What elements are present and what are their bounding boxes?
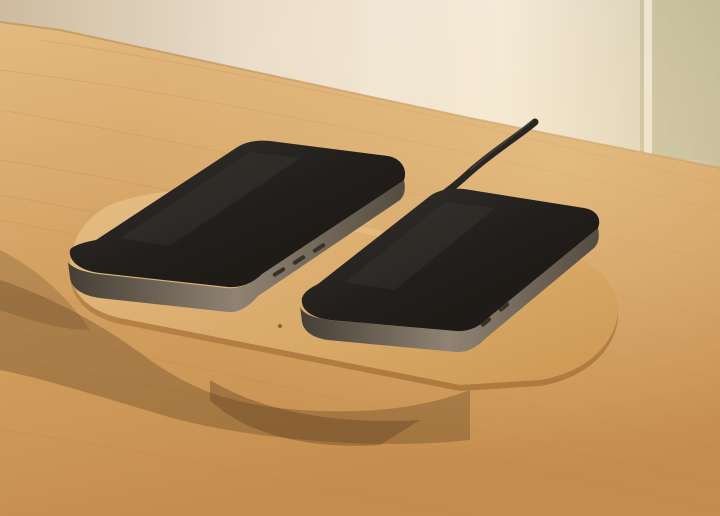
photo-illustration <box>0 0 720 516</box>
photo-scene <box>0 0 720 516</box>
